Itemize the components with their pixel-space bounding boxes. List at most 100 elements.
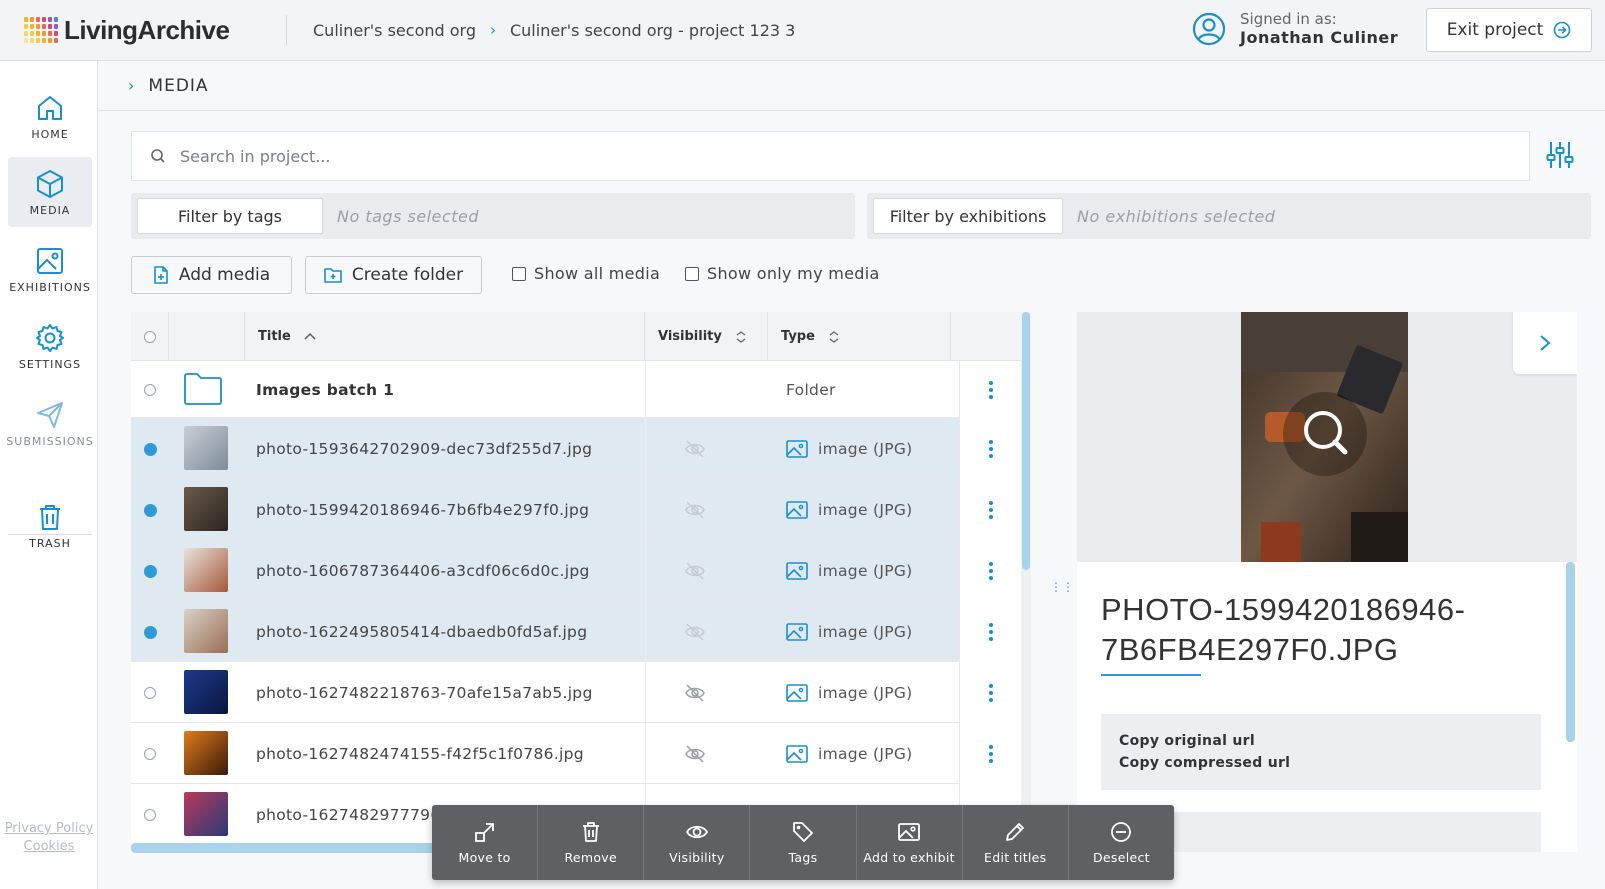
breadcrumb-org[interactable]: Culiner's second org bbox=[313, 21, 476, 40]
exit-project-button[interactable]: Exit project bbox=[1426, 8, 1592, 52]
add-to-exhibit-button[interactable]: Add to exhibit bbox=[857, 805, 963, 880]
folder-row[interactable]: Images batch 1 Folder bbox=[131, 361, 1021, 418]
image-thumbnail[interactable] bbox=[184, 792, 228, 836]
create-folder-button[interactable]: Create folder bbox=[305, 256, 482, 294]
checkbox-box[interactable] bbox=[685, 266, 699, 281]
visibility-column-header[interactable]: Visibility bbox=[645, 312, 768, 361]
drag-handle-icon[interactable]: ⋮⋮ bbox=[1050, 580, 1074, 594]
row-select-radio[interactable] bbox=[144, 503, 157, 517]
row-title[interactable]: photo-1606787364406-a3cdf06c6d0c.jpg bbox=[256, 540, 590, 601]
row-select-radio[interactable] bbox=[144, 808, 156, 821]
deselect-button[interactable]: Deselect bbox=[1069, 805, 1174, 880]
eye-off-icon[interactable] bbox=[684, 682, 706, 704]
image-thumbnail[interactable] bbox=[184, 731, 228, 775]
row-menu-button[interactable] bbox=[959, 479, 1021, 540]
thumb-column-header bbox=[169, 312, 245, 361]
show-my-media-checkbox[interactable]: Show only my media bbox=[685, 264, 880, 283]
detail-scrollbar[interactable] bbox=[1566, 562, 1575, 742]
filter-by-tags-button[interactable]: Filter by tags bbox=[137, 198, 323, 234]
vertical-scrollbar[interactable] bbox=[1022, 312, 1030, 570]
table-row[interactable]: photo-1599420186946-7b6fb4e297f0.jpg imag… bbox=[131, 479, 1021, 540]
row-menu-button[interactable] bbox=[959, 361, 1021, 418]
search-input[interactable] bbox=[180, 146, 1480, 166]
row-menu-button[interactable] bbox=[959, 601, 1021, 662]
row-title[interactable]: photo-1593642702909-dec73df255d7.jpg bbox=[256, 418, 592, 479]
row-title[interactable]: photo-1627482474155-f42f5c1f0786.jpg bbox=[256, 723, 584, 784]
sidebar: HOME MEDIA EXHIBITIONS SETTINGS SUBMISSI… bbox=[0, 61, 98, 889]
chevron-right-icon[interactable]: › bbox=[128, 76, 134, 95]
row-select-radio[interactable] bbox=[144, 442, 157, 456]
visibility-button[interactable]: Visibility bbox=[644, 805, 751, 880]
row-title[interactable]: photo-1627482977796 bbox=[256, 784, 441, 845]
move-to-button[interactable]: Move to bbox=[432, 805, 539, 880]
eye-off-icon[interactable] bbox=[684, 743, 706, 765]
breadcrumb: Culiner's second org › Culiner's second … bbox=[313, 21, 795, 40]
image-thumbnail[interactable] bbox=[184, 548, 228, 592]
breadcrumb-project[interactable]: Culiner's second org - project 123 3 bbox=[510, 21, 795, 40]
row-menu-button[interactable] bbox=[959, 418, 1021, 479]
table-row[interactable]: photo-1622495805414-dbaedb0fd5af.jpg imag… bbox=[131, 601, 1021, 662]
eye-icon bbox=[685, 825, 708, 839]
checkbox-box[interactable] bbox=[512, 266, 526, 281]
row-menu-button[interactable] bbox=[959, 540, 1021, 601]
row-select-radio[interactable] bbox=[144, 686, 156, 699]
row-select-radio[interactable] bbox=[144, 747, 156, 760]
eye-off-icon[interactable] bbox=[684, 560, 706, 582]
row-menu-button[interactable] bbox=[959, 723, 1021, 784]
image-thumbnail[interactable] bbox=[184, 670, 228, 714]
copy-original-url-link[interactable]: Copy original url bbox=[1119, 730, 1523, 752]
preview-image[interactable] bbox=[1241, 312, 1408, 562]
filter-by-exhibitions-button[interactable]: Filter by exhibitions bbox=[873, 198, 1063, 234]
send-icon bbox=[37, 401, 63, 428]
sidebar-item-home[interactable]: HOME bbox=[8, 81, 92, 151]
type-header-label: Type bbox=[781, 329, 815, 344]
sidebar-item-trash[interactable]: TRASH bbox=[8, 490, 92, 560]
eye-off-icon[interactable] bbox=[684, 499, 706, 521]
show-all-media-checkbox[interactable]: Show all media bbox=[512, 264, 660, 283]
row-title[interactable]: Images batch 1 bbox=[256, 361, 394, 418]
copy-compressed-url-link[interactable]: Copy compressed url bbox=[1119, 752, 1523, 774]
title-column-header[interactable]: Title bbox=[245, 312, 645, 361]
sidebar-item-submissions[interactable]: SUBMISSIONS bbox=[6, 388, 93, 458]
select-all-radio[interactable] bbox=[131, 312, 169, 361]
edit-titles-button[interactable]: Edit titles bbox=[963, 805, 1069, 880]
move-icon bbox=[474, 823, 494, 842]
eye-off-icon[interactable] bbox=[684, 621, 706, 643]
exhibitions-filter-status: No exhibitions selected bbox=[1077, 206, 1276, 226]
sidebar-item-settings[interactable]: SETTINGS bbox=[8, 311, 92, 381]
table-row[interactable]: photo-1606787364406-a3cdf06c6d0c.jpg imag… bbox=[131, 540, 1021, 601]
sliders-icon[interactable] bbox=[1546, 140, 1574, 170]
add-media-button[interactable]: Add media bbox=[131, 256, 292, 294]
home-icon bbox=[38, 95, 62, 120]
logo[interactable]: LivingArchive bbox=[24, 15, 264, 46]
image-thumbnail[interactable] bbox=[184, 609, 228, 653]
app-header: LivingArchive Culiner's second org › Cul… bbox=[0, 0, 1605, 61]
sidebar-item-media[interactable]: MEDIA bbox=[8, 157, 92, 227]
row-menu-button[interactable] bbox=[959, 662, 1021, 723]
row-title[interactable]: photo-1627482218763-70afe15a7ab5.jpg bbox=[256, 662, 593, 723]
table-row[interactable]: photo-1627482218763-70afe15a7ab5.jpg imag… bbox=[131, 662, 1021, 723]
row-title[interactable]: photo-1599420186946-7b6fb4e297f0.jpg bbox=[256, 479, 589, 540]
row-title[interactable]: photo-1622495805414-dbaedb0fd5af.jpg bbox=[256, 601, 587, 662]
row-select-radio[interactable] bbox=[144, 564, 157, 578]
cookies-link[interactable]: Cookies bbox=[0, 839, 98, 854]
table-row[interactable]: photo-1627482474155-f42f5c1f0786.jpg imag… bbox=[131, 723, 1021, 784]
sidebar-item-exhibitions[interactable]: EXHIBITIONS bbox=[8, 234, 92, 304]
chevron-right-icon bbox=[1540, 335, 1551, 351]
next-image-button[interactable] bbox=[1513, 312, 1577, 374]
remove-button[interactable]: Remove bbox=[538, 805, 645, 880]
row-select-radio[interactable] bbox=[144, 625, 157, 639]
tags-button[interactable]: Tags bbox=[750, 805, 857, 880]
privacy-policy-link[interactable]: Privacy Policy bbox=[0, 821, 98, 836]
column-divider bbox=[645, 601, 646, 662]
row-select-radio[interactable] bbox=[144, 383, 156, 396]
minus-circle-icon bbox=[1111, 822, 1132, 842]
type-column-header[interactable]: Type bbox=[768, 312, 951, 361]
image-thumbnail[interactable] bbox=[184, 487, 228, 531]
more-vertical-icon bbox=[988, 500, 993, 519]
table-row[interactable]: photo-1593642702909-dec73df255d7.jpg imag… bbox=[131, 418, 1021, 479]
eye-off-icon[interactable] bbox=[684, 438, 706, 460]
user-icon bbox=[1192, 12, 1226, 46]
image-thumbnail[interactable] bbox=[184, 426, 228, 470]
detail-title[interactable]: PHOTO-1599420186946-7B6FB4E297F0.JPG bbox=[1101, 590, 1531, 670]
